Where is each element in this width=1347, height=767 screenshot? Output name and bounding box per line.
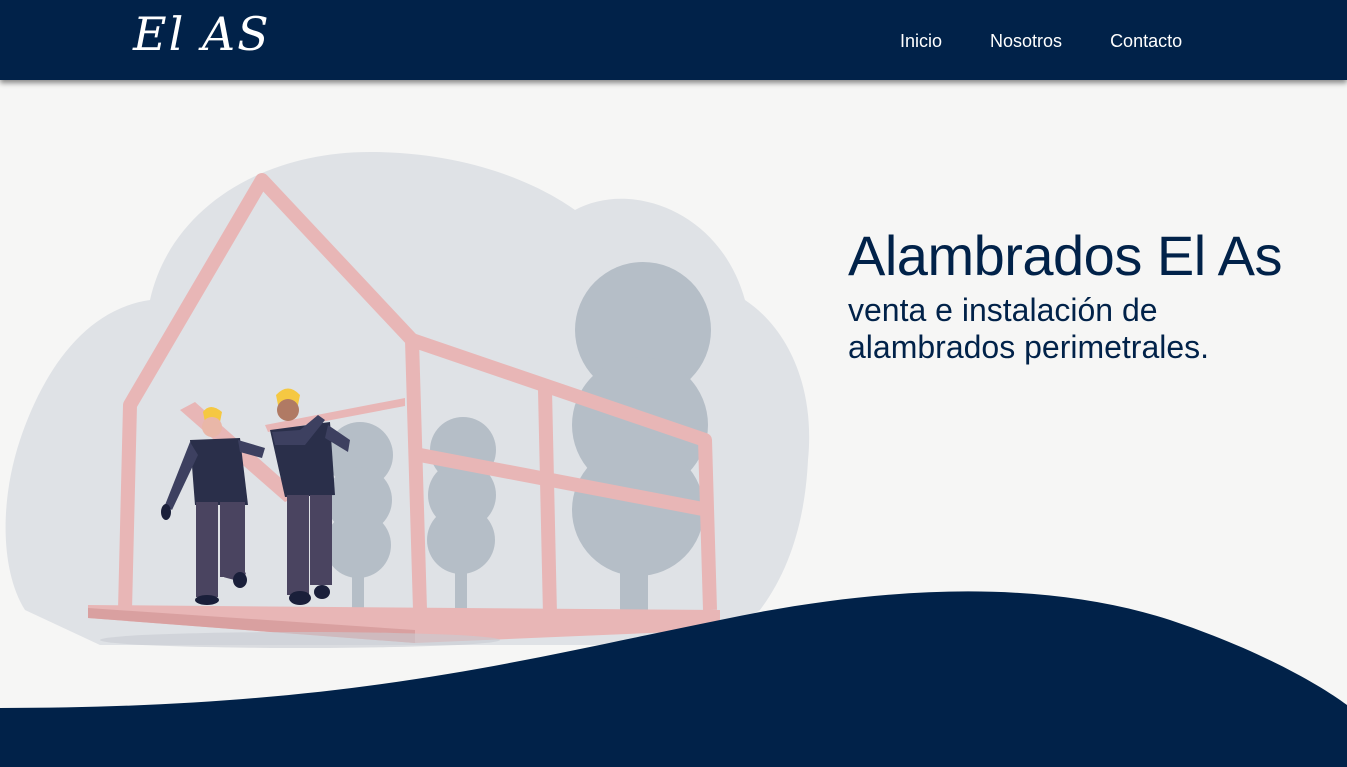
hero-section: Alambrados El As venta e instalación de … — [848, 226, 1328, 366]
hero-subtitle-line-1: venta e instalación de — [848, 292, 1158, 328]
nav-link-inicio[interactable]: Inicio — [900, 30, 942, 52]
bottom-wave — [0, 591, 1347, 767]
hero-subtitle: venta e instalación de alambrados perime… — [848, 292, 1328, 366]
site-logo[interactable]: El AS — [133, 6, 271, 62]
hero-subtitle-line-2: alambrados perimetrales. — [848, 329, 1210, 365]
nav-link-nosotros[interactable]: Nosotros — [990, 30, 1062, 52]
main-nav: Inicio Nosotros Contacto — [900, 30, 1230, 52]
navbar: El AS Inicio Nosotros Contacto — [0, 0, 1347, 80]
nav-link-contacto[interactable]: Contacto — [1110, 30, 1182, 52]
hero-title: Alambrados El As — [848, 224, 1282, 287]
